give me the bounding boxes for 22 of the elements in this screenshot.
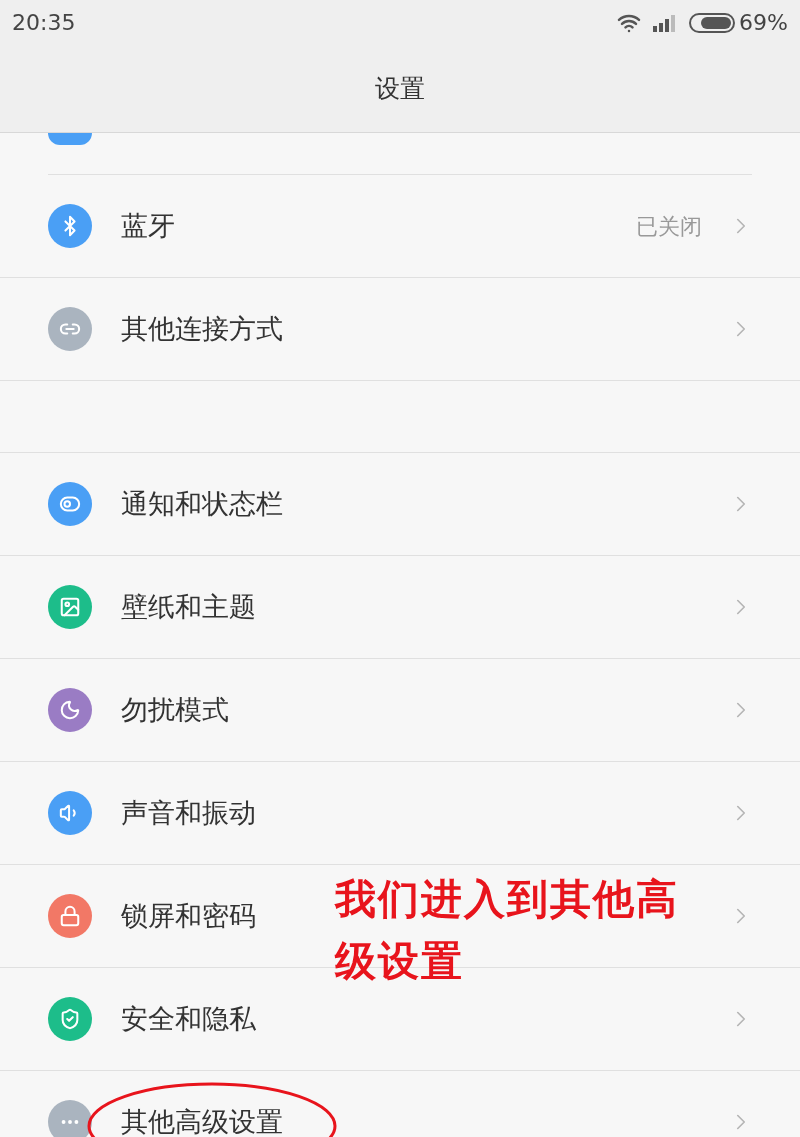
- status-time: 20:35: [12, 9, 77, 37]
- item-label[interactable]: 壁纸和主题: [121, 586, 256, 628]
- item-label[interactable]: 通知和状态栏: [121, 483, 283, 525]
- item-label[interactable]: 安全和隐私: [121, 998, 256, 1040]
- toggle-icon: [48, 482, 92, 526]
- page-title: 设置: [375, 72, 425, 105]
- lock-icon: [48, 894, 92, 938]
- item-label[interactable]: 声音和振动: [121, 792, 256, 834]
- shield-icon: [48, 997, 92, 1041]
- battery-percent: 69%: [739, 9, 788, 37]
- battery-icon: [689, 12, 736, 33]
- speaker-icon: [48, 791, 92, 835]
- item-label[interactable]: 勿扰模式: [121, 689, 229, 731]
- item-value: 已关闭: [636, 212, 702, 241]
- bluetooth-icon: [48, 204, 92, 248]
- link-icon: [48, 307, 92, 351]
- moon-icon: [48, 688, 92, 732]
- annotation-text: 我们进入到其他高级设置: [335, 874, 680, 987]
- item-label[interactable]: 锁屏和密码: [121, 895, 256, 937]
- item-label[interactable]: 其他连接方式: [121, 308, 283, 350]
- image-icon: [48, 585, 92, 629]
- item-label[interactable]: 蓝牙: [121, 205, 175, 247]
